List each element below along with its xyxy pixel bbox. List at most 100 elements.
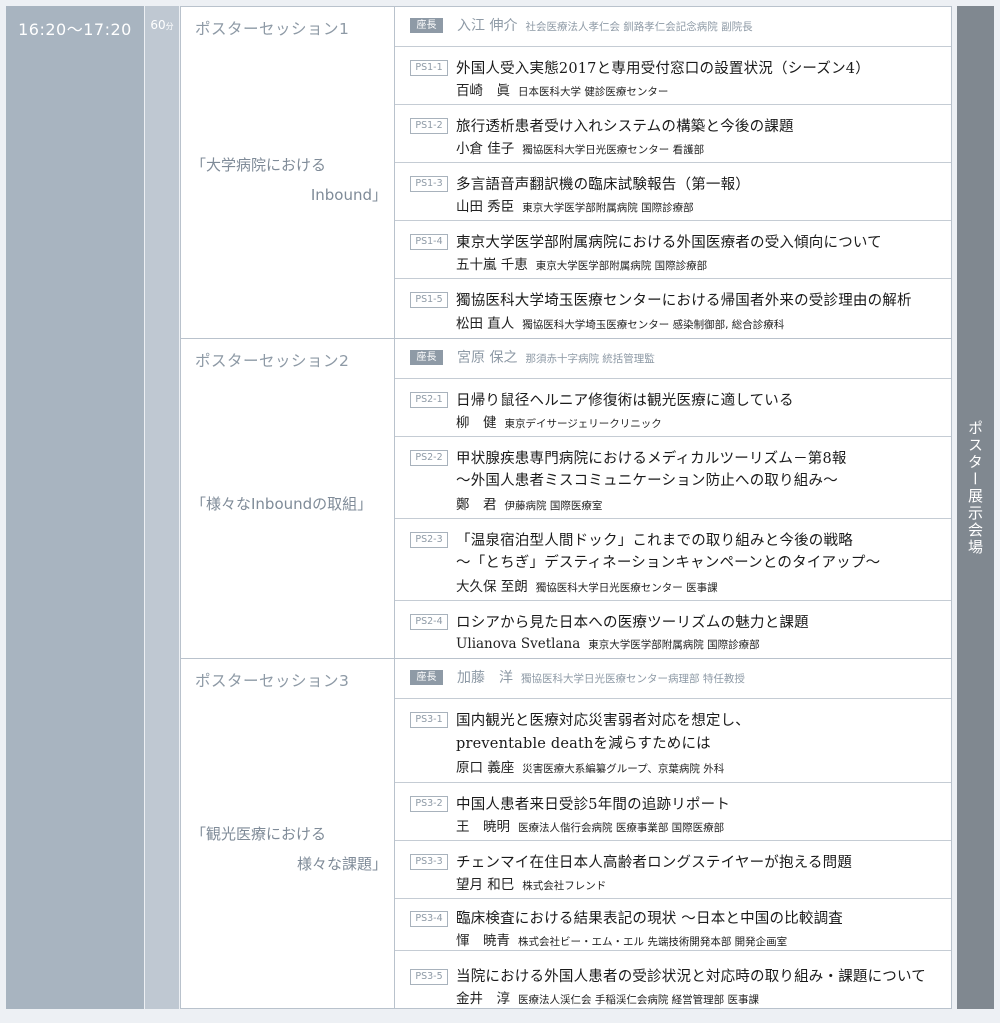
paper-title: 日帰り鼠径ヘルニア修復術は観光医療に適している xyxy=(456,393,794,409)
author-affiliation: 株式会社ビー・エム・エル 先端技術開発本部 開発企画室 xyxy=(518,936,788,948)
paper-code: PS3-5 xyxy=(410,969,448,985)
paper-row: PS3-5 当院における外国人患者の受診状況と対応時の取り組み・課題について 金… xyxy=(395,951,951,1008)
theme-line: Inbound」 xyxy=(310,186,387,204)
venue-column: ポスター展示会場 xyxy=(957,6,994,1009)
paper-author: 小倉 佳子 獨協医科大学日光医療センター 看護部 xyxy=(456,137,704,157)
author-affiliation: 獨協医科大学日光医療センター 医事課 xyxy=(535,582,718,594)
paper-title: 当院における外国人患者の受診状況と対応時の取り組み・課題について xyxy=(456,969,926,985)
paper-author: 王 暁明 医療法人偕行会病院 医療事業部 国際医療部 xyxy=(456,815,724,835)
chair-row: 座長 入江 伸介 社会医療法人孝仁会 釧路孝仁会記念病院 副院長 xyxy=(395,7,951,47)
author-name: 松田 直人 xyxy=(456,316,515,332)
chair-affiliation: 那須赤十字病院 統括管理監 xyxy=(525,353,655,365)
paper-author: 松田 直人 獨協医科大学埼玉医療センター 感染制御部, 総合診療科 xyxy=(456,312,784,332)
paper-title: 旅行透析患者受け入れシステムの構築と今後の課題 xyxy=(456,119,794,135)
paper-title: 甲状腺疾患専門病院におけるメディカルツーリズム－第8報 xyxy=(456,451,847,467)
paper-code: PS1-4 xyxy=(410,234,448,250)
author-affiliation: 医療法人渓仁会 手稲渓仁会病院 経営管理部 医事課 xyxy=(518,994,760,1006)
paper-code: PS3-2 xyxy=(410,796,448,812)
paper-title: 中国人患者来日受診5年間の追跡リポート xyxy=(456,797,731,813)
paper-row: PS3-2 中国人患者来日受診5年間の追跡リポート 王 暁明 医療法人偕行会病院 … xyxy=(395,783,951,841)
author-name: 五十嵐 千恵 xyxy=(456,257,528,273)
author-affiliation: 医療法人偕行会病院 医療事業部 国際医療部 xyxy=(518,822,725,834)
paper-code: PS3-4 xyxy=(410,911,448,927)
theme-line: 「大学病院における xyxy=(191,156,327,174)
duration-value: 60 xyxy=(150,18,166,32)
paper-row: PS2-3 「温泉宿泊型人間ドック」これまでの取り組みと今後の戦略 〜「とちぎ」… xyxy=(395,519,951,601)
paper-code: PS2-2 xyxy=(410,450,448,466)
author-name: 惲 暁青 xyxy=(456,933,510,949)
paper-row: PS1-3 多言語音声翻訳機の臨床試験報告（第一報） 山田 秀臣 東京大学医学部附… xyxy=(395,163,951,221)
paper-title: 外国人受入実態2017と専用受付窓口の設置状況（シーズン4） xyxy=(456,61,870,77)
author-name: 小倉 佳子 xyxy=(456,141,515,157)
author-name: Ulianova Svetlana xyxy=(456,636,581,652)
paper-title: 東京大学医学部附属病院における外国医療者の受入傾向について xyxy=(456,235,882,251)
session-cell-2: ポスターセッション2 「様々なInboundの取組」 xyxy=(181,339,395,659)
paper-row: PS1-4 東京大学医学部附属病院における外国医療者の受入傾向について 五十嵐 … xyxy=(395,221,951,279)
chair-name: 入江 伸介 xyxy=(457,18,518,34)
paper-row: PS1-1 外国人受入実態2017と専用受付窓口の設置状況（シーズン4） 百崎 … xyxy=(395,47,951,105)
author-affiliation: 日本医科大学 健診医療センター xyxy=(518,86,669,98)
session-time: 16:20〜17:20 xyxy=(18,20,132,39)
paper-title: 〜外国人患者ミスコミュニケーション防止への取り組み〜 xyxy=(456,473,838,489)
paper-row: PS2-2 甲状腺疾患専門病院におけるメディカルツーリズム－第8報 〜外国人患者… xyxy=(395,437,951,519)
program-table: ポスターセッション1 「大学病院における Inbound」 座長 入江 伸介 社会… xyxy=(180,6,952,1009)
venue-label: ポスター展示会場 xyxy=(966,420,984,556)
session-cell-1: ポスターセッション1 「大学病院における Inbound」 xyxy=(181,7,395,339)
paper-author: 五十嵐 千恵 東京大学医学部附属病院 国際診療部 xyxy=(456,253,707,273)
chair-badge: 座長 xyxy=(410,350,443,365)
paper-code: PS1-2 xyxy=(410,118,448,134)
author-affiliation: 株式会社フレンド xyxy=(522,880,607,892)
author-affiliation: 獨協医科大学埼玉医療センター 感染制御部, 総合診療科 xyxy=(522,319,785,331)
paper-author: 百崎 眞日本医科大学 健診医療センター xyxy=(456,79,668,99)
paper-row: PS1-5 獨協医科大学埼玉医療センターにおける帰国者外来の受診理由の解析 松田… xyxy=(395,279,951,339)
paper-code: PS1-1 xyxy=(410,60,448,76)
paper-title: 国内観光と医療対応災害弱者対応を想定し、 xyxy=(456,713,750,729)
author-affiliation: 東京大学医学部附属病院 国際診療部 xyxy=(522,202,694,214)
session-theme: 「大学病院における Inbound」 xyxy=(191,150,387,210)
paper-author: 大久保 至朗 獨協医科大学日光医療センター 医事課 xyxy=(456,575,718,595)
paper-row: PS2-1 日帰り鼠径ヘルニア修復術は観光医療に適している 柳 健東京デイサージ… xyxy=(395,379,951,437)
paper-row: PS3-1 国内観光と医療対応災害弱者対応を想定し、 preventable d… xyxy=(395,699,951,783)
paper-code: PS2-1 xyxy=(410,392,448,408)
paper-row: PS3-4 臨床検査における結果表記の現状 〜日本と中国の比較調査 惲 暁青 株式… xyxy=(395,899,951,951)
session-duration: 60分 xyxy=(145,18,179,32)
author-name: 金井 淳 xyxy=(456,991,510,1007)
chair-affiliation: 社会医療法人孝仁会 釧路孝仁会記念病院 副院長 xyxy=(525,21,753,33)
chair-badge: 座長 xyxy=(410,18,443,33)
time-column: 16:20〜17:20 xyxy=(6,6,144,1009)
paper-author: 原口 義座 災害医療大系編纂グループ、京葉病院 外科 xyxy=(456,756,724,776)
session-theme: 「様々なInboundの取組」 xyxy=(191,489,387,519)
chair-info: 宮原 保之 那須赤十字病院 統括管理監 xyxy=(457,347,655,367)
chair-info: 加藤 洋獨協医科大学日光医療センター病理部 特任教授 xyxy=(457,667,745,687)
duration-unit: 分 xyxy=(165,22,174,31)
paper-author: Ulianova Svetlana 東京大学医学部附属病院 国際診療部 xyxy=(456,633,760,652)
paper-author: 山田 秀臣 東京大学医学部附属病院 国際診療部 xyxy=(456,195,694,215)
session-cell-3: ポスターセッション3 「観光医療における 様々な課題」 xyxy=(181,659,395,1008)
session-title: ポスターセッション3 xyxy=(195,672,350,690)
chair-badge: 座長 xyxy=(410,670,443,685)
author-affiliation: 獨協医科大学日光医療センター 看護部 xyxy=(522,144,705,156)
duration-column: 60分 xyxy=(145,6,179,1009)
author-name: 百崎 眞 xyxy=(456,83,510,99)
chair-name: 宮原 保之 xyxy=(457,350,518,366)
paper-row: PS3-3 チェンマイ在住日本人高齢者ロングステイヤーが抱える問題 望月 和巳株… xyxy=(395,841,951,899)
author-name: 鄭 君 xyxy=(456,497,497,513)
paper-title: チェンマイ在住日本人高齢者ロングステイヤーが抱える問題 xyxy=(456,855,853,871)
author-affiliation: 東京デイサージェリークリニック xyxy=(504,418,662,430)
theme-line: 様々な課題」 xyxy=(296,855,387,873)
session-title: ポスターセッション1 xyxy=(195,20,350,38)
paper-author: 柳 健東京デイサージェリークリニック xyxy=(456,411,662,431)
theme-line: 「観光医療における xyxy=(191,825,327,843)
paper-author: 鄭 君伊藤病院 国際医療室 xyxy=(456,493,602,513)
paper-title: 臨床検査における結果表記の現状 〜日本と中国の比較調査 xyxy=(456,911,844,927)
paper-code: PS1-5 xyxy=(410,292,448,308)
paper-title: 〜「とちぎ」デスティネーションキャンペーンとのタイアップ〜 xyxy=(456,555,881,571)
chair-info: 入江 伸介 社会医療法人孝仁会 釧路孝仁会記念病院 副院長 xyxy=(457,15,753,35)
author-affiliation: 伊藤病院 国際医療室 xyxy=(504,500,603,512)
paper-title: preventable deathを減らすためには xyxy=(456,736,711,752)
chair-affiliation: 獨協医科大学日光医療センター病理部 特任教授 xyxy=(521,673,745,685)
paper-title: 「温泉宿泊型人間ドック」これまでの取り組みと今後の戦略 xyxy=(456,533,853,549)
author-name: 王 暁明 xyxy=(456,819,510,835)
author-name: 原口 義座 xyxy=(456,760,515,776)
paper-author: 望月 和巳 株式会社フレンド xyxy=(456,873,606,893)
